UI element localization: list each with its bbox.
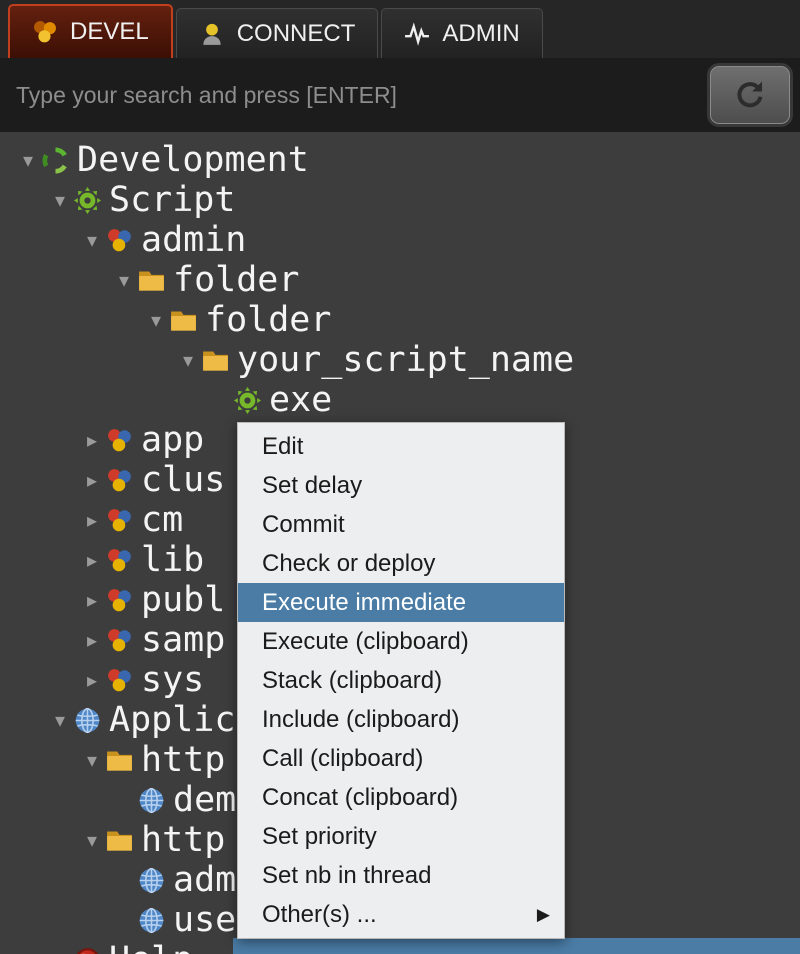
refresh-button[interactable] [710, 66, 790, 124]
menu-item-label: Other(s) ... [262, 901, 377, 929]
globe-icon [74, 707, 101, 734]
search-input[interactable] [0, 65, 700, 125]
menu-item-execute-clipboard[interactable]: Execute (clipboard) [238, 622, 564, 661]
devel-balls-icon [32, 19, 58, 45]
expander-icon[interactable] [142, 308, 170, 333]
menu-item-concat-clipboard[interactable]: Concat (clipboard) [238, 778, 564, 817]
tree-item-development[interactable]: Development [0, 140, 800, 180]
tab-connect[interactable]: CONNECT [176, 8, 379, 58]
tree-item-label: dem [173, 780, 236, 820]
tab-bar: DEVEL CONNECT ADMIN [0, 0, 800, 58]
expander-icon[interactable] [78, 228, 106, 253]
tab-devel[interactable]: DEVEL [8, 4, 173, 58]
tree-item-label: http [141, 740, 225, 780]
application-window: DEVEL CONNECT ADMIN Development Script [0, 0, 800, 954]
help-icon [74, 947, 101, 954]
expander-icon[interactable] [78, 588, 106, 613]
menu-item-edit[interactable]: Edit [238, 427, 564, 466]
expander-icon[interactable] [78, 548, 106, 573]
folder-icon [106, 747, 133, 774]
expander-icon[interactable] [174, 348, 202, 373]
tab-admin[interactable]: ADMIN [381, 8, 542, 58]
expander-icon[interactable] [110, 268, 138, 293]
tree-item-label: adm [173, 860, 236, 900]
tree-item-label: clus [141, 460, 225, 500]
package-icon [106, 427, 133, 454]
tree-item-label: Development [77, 140, 309, 180]
tree-item-label: your_script_name [237, 340, 574, 380]
folder-icon [138, 267, 165, 294]
folder-icon [106, 827, 133, 854]
expander-icon[interactable] [78, 668, 106, 693]
submenu-arrow-icon: ▶ [537, 905, 550, 925]
tab-connect-label: CONNECT [237, 20, 356, 48]
menu-item-others[interactable]: Other(s) ... ▶ [238, 895, 564, 934]
expander-icon[interactable] [46, 188, 74, 213]
expander-icon[interactable] [78, 468, 106, 493]
expander-icon[interactable] [78, 428, 106, 453]
expander-icon[interactable] [78, 508, 106, 533]
package-icon [106, 507, 133, 534]
tree-item-label: cm [141, 500, 183, 540]
tree-item-label: http [141, 820, 225, 860]
connect-icon [199, 21, 225, 47]
waveform-icon [404, 21, 430, 47]
tree-item-label: lib [141, 540, 204, 580]
menu-item-stack-clipboard[interactable]: Stack (clipboard) [238, 661, 564, 700]
tree-item-label: folder [205, 300, 331, 340]
menu-item-set-priority[interactable]: Set priority [238, 817, 564, 856]
tab-devel-label: DEVEL [70, 18, 149, 46]
tree-item-exe[interactable]: exe [0, 380, 800, 420]
expander-icon[interactable] [46, 708, 74, 733]
globe-icon [138, 867, 165, 894]
selection-bar [233, 938, 800, 954]
expander-icon[interactable] [78, 628, 106, 653]
tree-item-label: Help [109, 940, 193, 954]
globe-icon [138, 787, 165, 814]
package-icon [106, 667, 133, 694]
tree-item-your-script-name[interactable]: your_script_name [0, 340, 800, 380]
tree-item-script[interactable]: Script [0, 180, 800, 220]
expander-icon[interactable] [78, 748, 106, 773]
tree-item-label: admin [141, 220, 246, 260]
tree-item-label: Applic [109, 700, 235, 740]
menu-item-execute-immediate[interactable]: Execute immediate [238, 583, 564, 622]
menu-item-set-delay[interactable]: Set delay [238, 466, 564, 505]
menu-item-check-or-deploy[interactable]: Check or deploy [238, 544, 564, 583]
package-icon [106, 587, 133, 614]
expander-icon[interactable] [78, 828, 106, 853]
lifecycle-icon [42, 147, 69, 174]
tree-item-folder[interactable]: folder [0, 260, 800, 300]
tree-item-folder[interactable]: folder [0, 300, 800, 340]
expander-icon[interactable] [46, 948, 74, 954]
gear-icon [234, 387, 261, 414]
package-icon [106, 547, 133, 574]
tree-item-label: samp [141, 620, 225, 660]
tree-item-label: app [141, 420, 204, 460]
folder-icon [170, 307, 197, 334]
globe-icon [138, 907, 165, 934]
gear-icon [74, 187, 101, 214]
tree-item-label: folder [173, 260, 299, 300]
tab-admin-label: ADMIN [442, 20, 519, 48]
menu-item-call-clipboard[interactable]: Call (clipboard) [238, 739, 564, 778]
tree-item-label: Script [109, 180, 235, 220]
refresh-icon [733, 78, 767, 112]
tree-item-admin[interactable]: admin [0, 220, 800, 260]
folder-icon [202, 347, 229, 374]
menu-item-commit[interactable]: Commit [238, 505, 564, 544]
tree-item-label: publ [141, 580, 225, 620]
context-menu: Edit Set delay Commit Check or deploy Ex… [237, 422, 565, 939]
tree-item-label: sys [141, 660, 204, 700]
package-icon [106, 467, 133, 494]
package-icon [106, 627, 133, 654]
search-bar [0, 58, 800, 132]
tree-item-label: use [173, 900, 236, 940]
menu-item-set-nb-in-thread[interactable]: Set nb in thread [238, 856, 564, 895]
tree-item-label: exe [269, 380, 332, 420]
menu-item-include-clipboard[interactable]: Include (clipboard) [238, 700, 564, 739]
expander-icon[interactable] [14, 148, 42, 173]
package-icon [106, 227, 133, 254]
